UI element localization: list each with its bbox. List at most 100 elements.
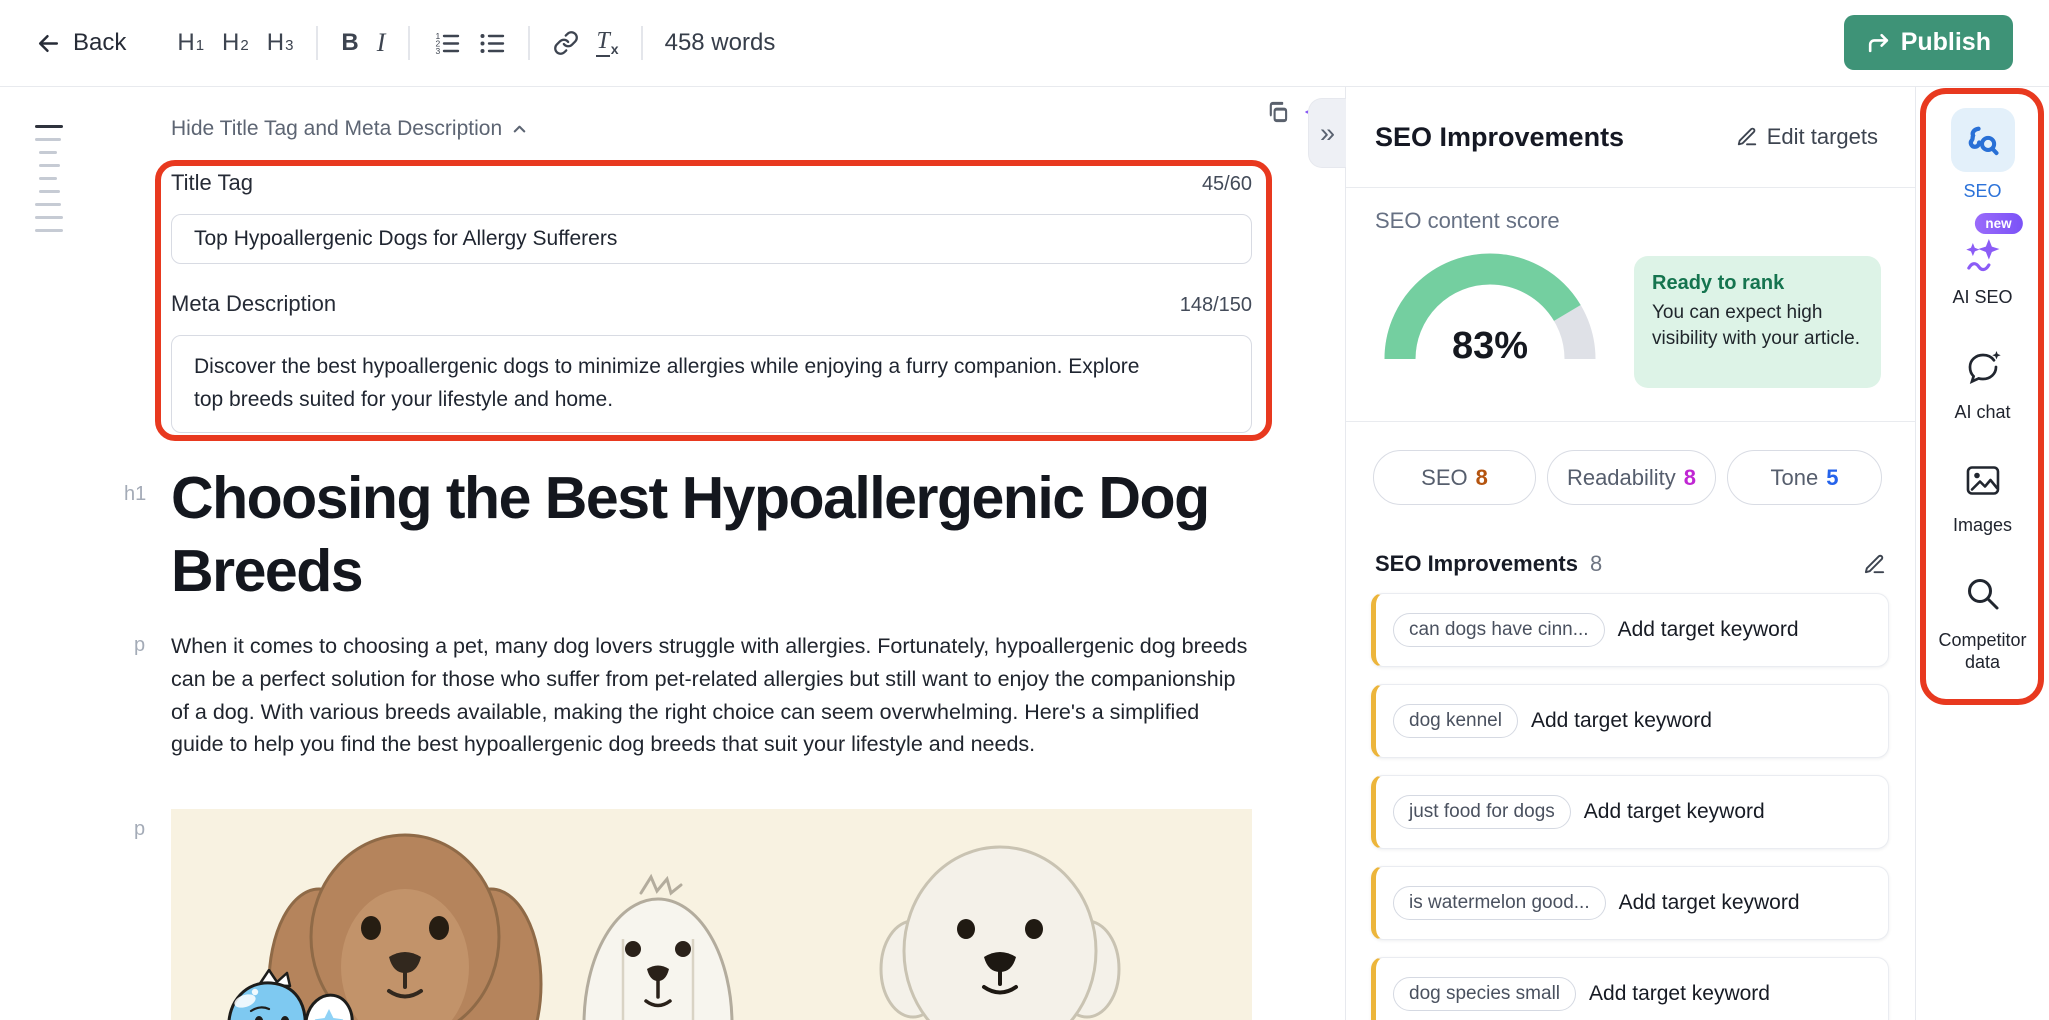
title-tag-input[interactable]: Top Hypoallergenic Dogs for Allergy Suff… (171, 214, 1252, 264)
tool-rail: SEO new AI SEO (1915, 87, 2049, 1020)
mascot-character (221, 969, 361, 1020)
clear-format-button[interactable]: Tx (588, 23, 626, 63)
seo-improvements-section-header: SEO Improvements 8 (1375, 551, 1886, 577)
keyword-chip[interactable]: dog kennel (1393, 704, 1518, 738)
rail-label-seo: SEO (1963, 181, 2001, 202)
rail-item-seo[interactable]: SEO (1951, 108, 2015, 202)
article-paragraph[interactable]: When it comes to choosing a pet, many do… (171, 630, 1249, 761)
images-icon (1965, 465, 2000, 496)
keyword-chip[interactable]: dog species small (1393, 977, 1576, 1011)
p-gutter-marker: p (134, 818, 145, 841)
edit-keywords-button[interactable] (1863, 553, 1886, 576)
copy-icon[interactable] (1266, 101, 1289, 124)
pencil-icon (1736, 126, 1758, 148)
score-status-body: You can expect high visibility with your… (1652, 300, 1863, 352)
meta-description-counter: 148/150 (1180, 294, 1252, 317)
link-icon (553, 30, 579, 56)
panel-divider (1346, 421, 1915, 422)
heading2-button[interactable]: H2 (213, 23, 258, 63)
tab-tone-score[interactable]: Tone5 (1727, 450, 1882, 505)
collapse-panel-button[interactable]: » (1308, 98, 1346, 168)
title-tag-row: Title Tag 45/60 (171, 170, 1252, 196)
add-target-keyword-label[interactable]: Add target keyword (1531, 709, 1712, 733)
workspace: Hide Title Tag and Meta Description Titl… (0, 87, 2049, 1020)
svg-text:3: 3 (436, 46, 441, 56)
bullet-list-button[interactable] (469, 24, 514, 63)
toolbar: Back H1 H2 H3 B I 123 Tx 458 words Publi… (0, 0, 2049, 87)
rail-item-images[interactable]: Images (1953, 465, 2012, 536)
seo-content-score-label: SEO content score (1375, 208, 1560, 234)
back-button[interactable]: Back (35, 29, 126, 57)
score-status-title: Ready to rank (1652, 272, 1863, 295)
bullet-list-icon (478, 30, 505, 57)
meta-description-label: Meta Description (171, 291, 336, 317)
document-outline-minimap (35, 125, 63, 242)
hide-title-meta-toggle[interactable]: Hide Title Tag and Meta Description (171, 117, 528, 141)
toolbar-divider (641, 26, 643, 60)
heading1-button[interactable]: H1 (168, 23, 213, 63)
pencil-icon (1863, 553, 1886, 576)
ai-chat-icon (1963, 348, 2003, 388)
ordered-list-icon: 123 (433, 30, 460, 57)
tab-seo-score[interactable]: SEO8 (1373, 450, 1536, 505)
title-tag-label: Title Tag (171, 170, 253, 196)
seo-score-gauge: 83% (1384, 253, 1596, 368)
toolbar-divider (528, 26, 530, 60)
competitor-search-icon (1964, 575, 2002, 613)
rail-item-ai-chat[interactable]: AI chat (1954, 348, 2010, 423)
keyword-chip[interactable]: just food for dogs (1393, 795, 1571, 829)
score-status-card: Ready to rank You can expect high visibi… (1634, 256, 1881, 388)
add-target-keyword-label[interactable]: Add target keyword (1589, 982, 1770, 1006)
panel-title: SEO Improvements (1375, 122, 1624, 153)
keyword-suggestion-row[interactable]: dog species small Add target keyword (1371, 957, 1889, 1020)
toolbar-divider (408, 26, 410, 60)
tab-readability-score[interactable]: Readability8 (1547, 450, 1716, 505)
improvements-count: 8 (1590, 551, 1602, 577)
chevron-double-right-icon: » (1320, 118, 1335, 149)
rail-label-ai-chat: AI chat (1954, 402, 2010, 423)
keyword-chip[interactable]: is watermelon good... (1393, 886, 1606, 920)
rail-item-competitor-data[interactable]: Competitor data (1928, 575, 2038, 673)
bold-button[interactable]: B (332, 23, 367, 63)
add-target-keyword-label[interactable]: Add target keyword (1618, 618, 1799, 642)
ai-sparkles-icon (1962, 236, 2002, 274)
rail-item-ai-seo[interactable]: new AI SEO (1942, 213, 2022, 308)
add-target-keyword-label[interactable]: Add target keyword (1584, 800, 1765, 824)
edit-targets-button[interactable]: Edit targets (1736, 124, 1878, 150)
seo-panel-header: SEO Improvements Edit targets (1346, 87, 1915, 188)
new-badge: new (1974, 213, 2022, 234)
surfer-seo-icon (1951, 108, 2015, 172)
seo-panel: » SEO Improvements Edit targets SEO cont… (1345, 87, 1915, 1020)
add-target-keyword-label[interactable]: Add target keyword (1619, 891, 1800, 915)
h1-gutter-marker: h1 (124, 483, 146, 506)
back-label: Back (73, 29, 126, 57)
word-count: 458 words (665, 29, 776, 57)
editor-area: Hide Title Tag and Meta Description Titl… (0, 87, 1345, 1020)
score-tabs: SEO8 Readability8 Tone5 (1373, 450, 1882, 505)
toolbar-divider (316, 26, 318, 60)
seo-score-value: 83% (1452, 325, 1528, 367)
chevron-up-icon (511, 121, 528, 138)
seo-editor-screen: Back H1 H2 H3 B I 123 Tx 458 words Publi… (0, 0, 2049, 1020)
rail-label-competitor-data: Competitor data (1928, 629, 2038, 673)
publish-button[interactable]: Publish (1844, 15, 2013, 70)
meta-description-input[interactable]: Discover the best hypoallergenic dogs to… (171, 335, 1252, 433)
keyword-suggestions-list: can dogs have cinn... Add target keyword… (1371, 593, 1889, 1020)
keyword-suggestion-row[interactable]: dog kennel Add target keyword (1371, 684, 1889, 758)
rail-label-ai-seo: AI SEO (1952, 287, 2012, 308)
italic-button[interactable]: I (368, 22, 395, 64)
meta-description-row: Meta Description 148/150 (171, 291, 1252, 317)
article-heading[interactable]: Choosing the Best Hypoallergenic Dog Bre… (171, 462, 1271, 608)
keyword-suggestion-row[interactable]: is watermelon good... Add target keyword (1371, 866, 1889, 940)
link-button[interactable] (544, 24, 588, 62)
keyword-chip[interactable]: can dogs have cinn... (1393, 613, 1605, 647)
article-image-dogs[interactable] (171, 809, 1252, 1020)
publish-arrow-icon (1866, 30, 1891, 55)
p-gutter-marker: p (134, 634, 145, 657)
title-tag-counter: 45/60 (1202, 173, 1252, 196)
back-arrow-icon (35, 30, 62, 57)
heading3-button[interactable]: H3 (258, 23, 303, 63)
ordered-list-button[interactable]: 123 (424, 24, 469, 63)
keyword-suggestion-row[interactable]: can dogs have cinn... Add target keyword (1371, 593, 1889, 667)
keyword-suggestion-row[interactable]: just food for dogs Add target keyword (1371, 775, 1889, 849)
